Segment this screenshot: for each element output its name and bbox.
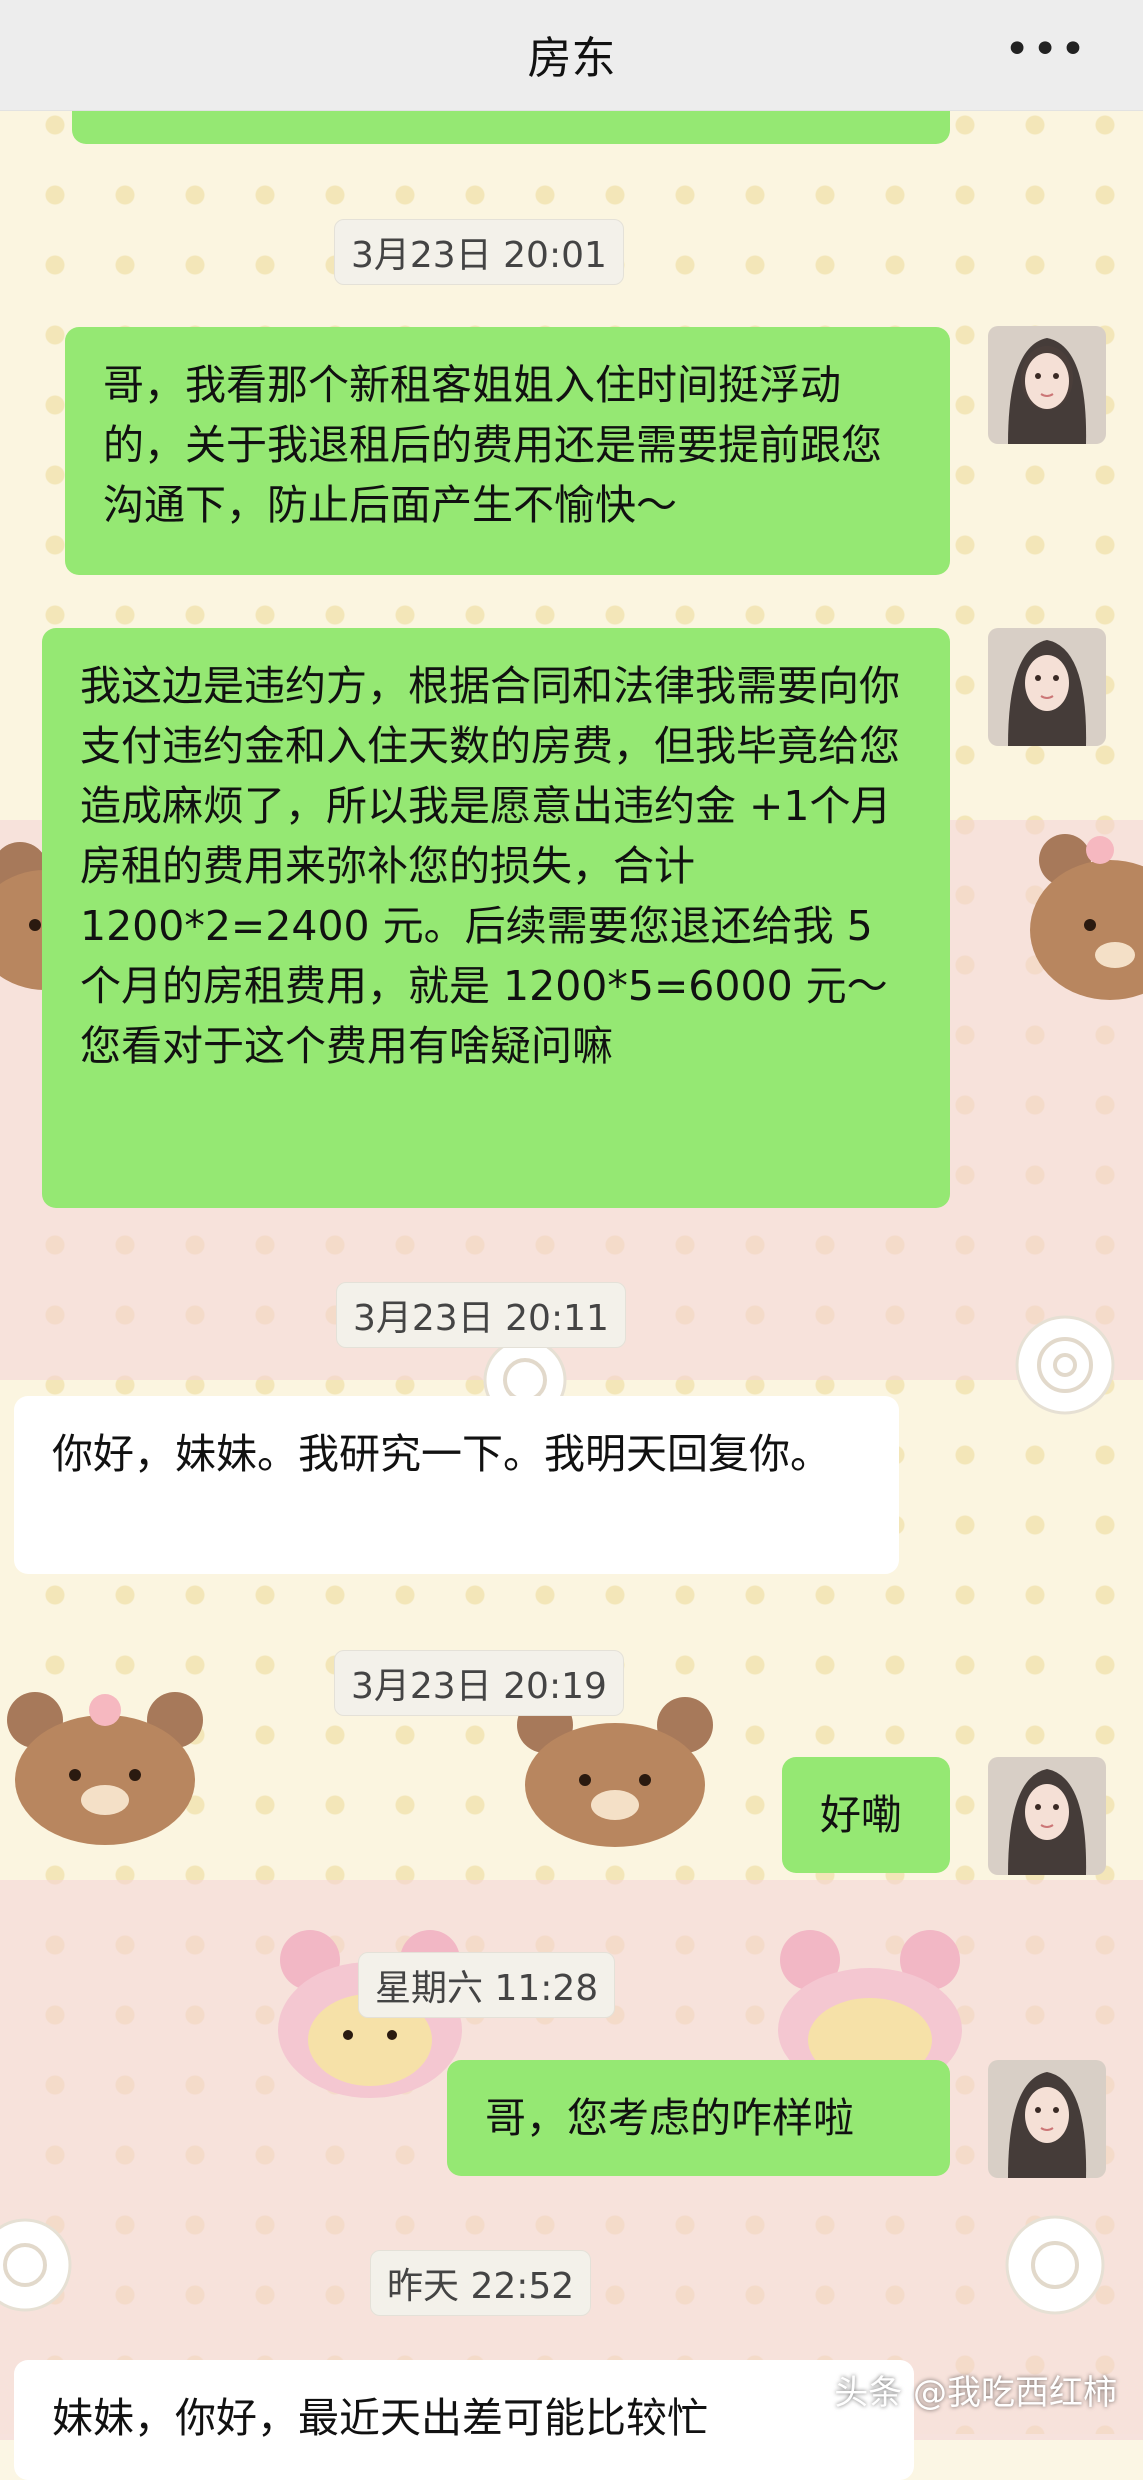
user-avatar[interactable] — [988, 628, 1106, 746]
user-avatar[interactable] — [988, 1757, 1106, 1875]
sent-message-bubble[interactable]: 哥，您考虑的咋样啦 — [447, 2060, 950, 2176]
swirl-decor — [1015, 1315, 1115, 1415]
message-timestamp: 3月23日 20:01 — [334, 219, 624, 285]
user-avatar[interactable] — [988, 2060, 1106, 2178]
message-timestamp: 星期六 11:28 — [358, 1952, 616, 2018]
avatar-image — [988, 1757, 1106, 1875]
bear-sticker-decor — [7, 1692, 203, 1845]
swirl-decor — [0, 2218, 72, 2312]
message-timestamp: 3月23日 20:11 — [336, 1282, 626, 1348]
avatar-image — [988, 628, 1106, 746]
sent-message-bubble[interactable]: 哥，我看那个新租客姐姐入住时间挺浮动的，关于我退租后的费用还是需要提前跟您沟通下… — [65, 327, 950, 575]
message-timestamp: 昨天 22:52 — [370, 2250, 592, 2316]
chat-title: 房东 — [527, 33, 616, 84]
message-timestamp: 3月23日 20:19 — [334, 1650, 624, 1716]
received-message-bubble[interactable]: 你好，妹妹。我研究一下。我明天回复你。 — [14, 1396, 899, 1574]
sent-message-bubble[interactable]: 好嘞 — [782, 1757, 950, 1873]
user-avatar[interactable] — [988, 326, 1106, 444]
chat-header: 房东 ••• — [0, 0, 1143, 111]
swirl-decor — [1005, 2215, 1105, 2315]
avatar-image — [988, 2060, 1106, 2178]
sent-message-bubble[interactable]: 我这边是违约方，根据合同和法律我需要向你支付违约金和入住天数的房费，但我毕竟给您… — [42, 628, 950, 1208]
received-message-bubble[interactable]: 妹妹，你好，最近天出差可能比较忙 — [14, 2360, 914, 2480]
avatar-image — [988, 326, 1106, 444]
watermark: 头条 @我吃西红柿 — [834, 2373, 1117, 2413]
more-icon[interactable]: ••• — [1004, 24, 1088, 75]
bear-sticker-decor — [1030, 834, 1143, 1000]
